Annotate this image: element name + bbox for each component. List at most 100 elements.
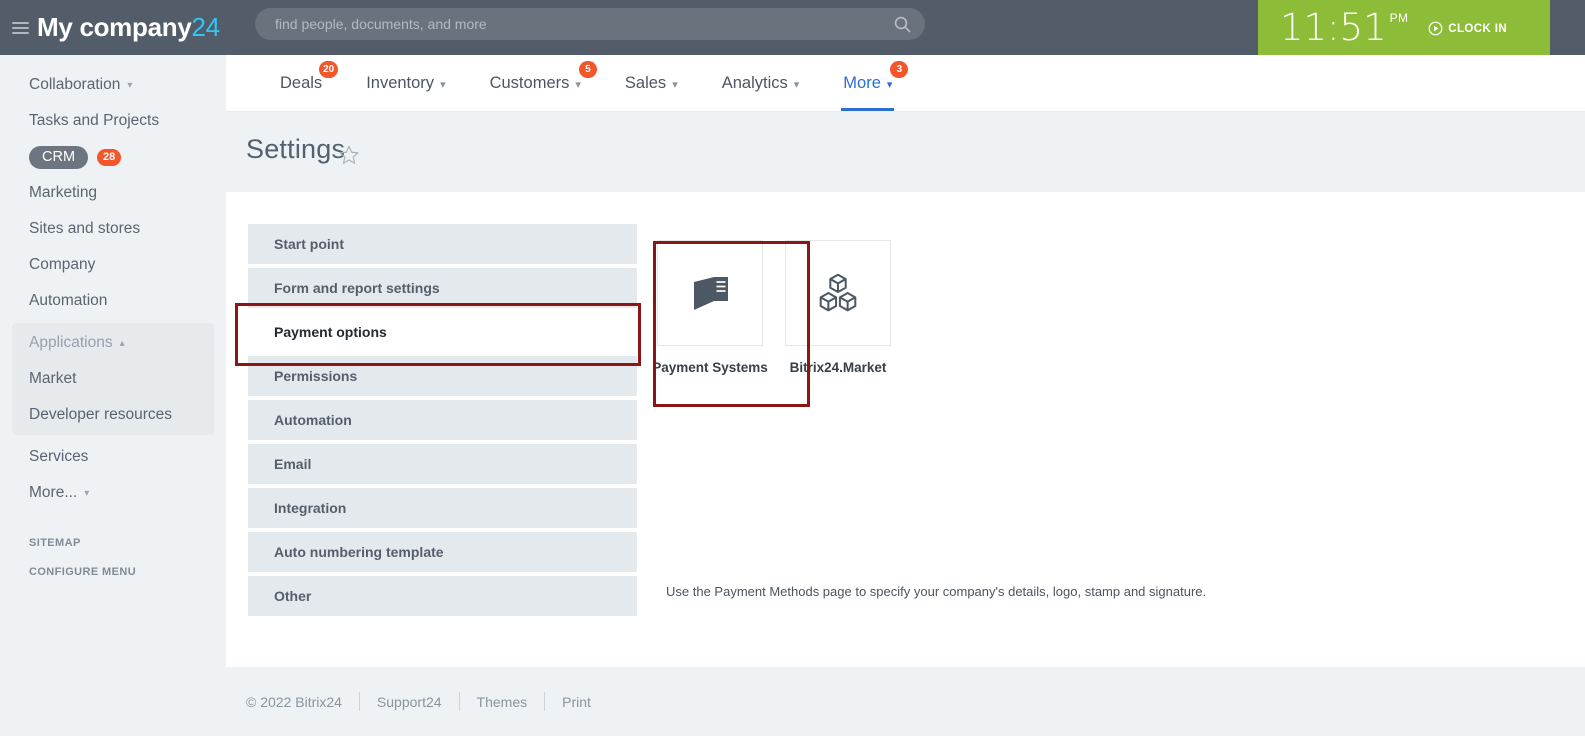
footer-link-print[interactable]: Print [545,694,608,710]
sidebar-item-sites-and-stores[interactable]: Sites and stores [0,211,226,247]
sidebar-item-label: Sites and stores [29,220,141,237]
sidebar-item-label: Tasks and Projects [29,112,160,129]
caret-down-icon: ▾ [84,487,90,499]
settings-tab-email[interactable]: Email [248,444,637,484]
search-bar[interactable] [255,8,925,40]
page-header: Settings [226,112,1585,192]
settings-tab-auto-numbering-template[interactable]: Auto numbering template [248,532,637,572]
nav-badge-customers: 5 [578,61,597,78]
sidebar-item-tasks-and-projects[interactable]: Tasks and Projects [0,103,226,139]
nav-tab-sales[interactable]: Sales ▾ [603,55,700,111]
sidebar-item-label: Services [29,448,89,465]
sidebar-item-collaboration[interactable]: Collaboration ▾ [0,67,226,103]
settings-tab-label: Form and report settings [274,280,440,296]
sidebar-item-developer-resources[interactable]: Developer resources [12,397,214,433]
settings-tab-label: Auto numbering template [274,544,444,560]
brand-number: 24 [191,12,221,42]
clock-widget: 11:51 PM CLOCK IN [1258,0,1550,55]
nav-tab-label: Analytics [721,73,788,92]
chevron-down-icon: ▾ [575,78,581,91]
left-sidebar: Collaboration ▾ Tasks and Projects CRM 2… [0,55,226,736]
card-payment-systems[interactable]: Payment Systems [652,240,768,375]
chevron-down-icon: ▾ [672,78,678,91]
clock-in-label: CLOCK IN [1448,22,1508,35]
chevron-down-icon: ▾ [127,79,133,91]
sidebar-item-crm[interactable]: CRM 28 [0,139,226,175]
footer-link-support24[interactable]: Support24 [360,694,459,710]
nav-tab-deals[interactable]: Deals 20 [258,55,344,111]
nav-tab-label: More [843,73,881,92]
star-outline-icon[interactable] [338,144,360,171]
footer-link-themes[interactable]: Themes [460,694,545,710]
page-footer: © 2022 Bitrix24 Support24 Themes Print [226,667,1585,736]
chevron-down-icon: ▾ [886,78,893,91]
sidebar-link-sitemap[interactable]: SITEMAP [0,537,226,549]
nav-tab-more[interactable]: More ▾ 3 [821,55,914,111]
nav-tab-analytics[interactable]: Analytics ▾ [700,55,822,111]
sidebar-item-label: More... [29,484,78,501]
clock-time: 11:51 [1280,5,1387,49]
settings-tab-label: Permissions [274,368,358,384]
settings-tab-other[interactable]: Other [248,576,637,616]
sidebar-item-label: CRM [29,145,89,169]
settings-tab-start-point[interactable]: Start point [248,224,637,264]
settings-tab-label: Email [274,456,312,472]
chevron-up-icon: ▴ [119,337,125,349]
footer-copyright: © 2022 Bitrix24 [246,693,342,710]
sidebar-link-configure-menu[interactable]: CONFIGURE MENU [0,566,226,578]
chevron-down-icon: ▾ [440,78,446,91]
settings-tab-form-and-report-settings[interactable]: Form and report settings [248,268,637,308]
top-bar: My company24 11:51 PM CLOCK IN [0,0,1585,55]
sidebar-item-market[interactable]: Market [12,361,214,397]
sidebar-item-label: Developer resources [29,406,173,423]
hamburger-icon[interactable] [6,21,34,34]
settings-tab-label: Automation [274,412,352,428]
cubes-icon [819,273,857,312]
sidebar-item-automation[interactable]: Automation [0,283,226,319]
sidebar-item-label: Company [29,256,96,273]
play-circle-icon [1428,21,1443,36]
nav-tab-label: Deals [280,73,323,92]
card-label: Bitrix24.Market [789,360,887,375]
page-title: Settings [246,134,346,164]
settings-tab-label: Other [274,588,312,604]
card-label: Payment Systems [652,360,768,375]
sidebar-item-more[interactable]: More... ▾ [0,475,226,511]
settings-tab-label: Start point [274,236,344,252]
nav-tab-label: Customers [489,73,570,92]
sidebar-item-marketing[interactable]: Marketing [0,175,226,211]
settings-tab-integration[interactable]: Integration [248,488,637,528]
crm-badge: 28 [97,148,122,166]
nav-tab-customers[interactable]: Customers ▾ 5 [468,55,603,111]
settings-tab-payment-options[interactable]: Payment options [248,312,637,352]
settings-tab-label: Integration [274,500,347,516]
settings-tab-permissions[interactable]: Permissions [248,356,637,396]
sidebar-group-applications: Applications ▴ Market Developer resource… [12,323,214,435]
clock-ampm: PM [1389,11,1409,25]
hint-text: Use the Payment Methods page to specify … [666,584,1207,599]
nav-tab-inventory[interactable]: Inventory ▾ [344,55,467,111]
sidebar-item-services[interactable]: Services [0,439,226,475]
sidebar-item-label: Applications [29,334,113,351]
search-icon[interactable] [885,8,919,40]
settings-tab-list: Start point Form and report settings Pay… [248,224,637,620]
card-bitrix24-market[interactable]: Bitrix24.Market [785,240,891,375]
sidebar-item-company[interactable]: Company [0,247,226,283]
card-tile [785,240,891,346]
clock-in-button[interactable]: CLOCK IN [1428,21,1507,36]
chevron-down-icon: ▾ [793,78,800,91]
nav-badge-deals: 20 [319,61,339,78]
sidebar-item-label: Collaboration [29,76,121,93]
sidebar-item-applications[interactable]: Applications ▴ [12,325,214,361]
wallet-icon [694,277,728,310]
brand-title[interactable]: My company24 [37,12,220,43]
settings-tab-automation[interactable]: Automation [248,400,637,440]
sidebar-item-label: Automation [29,292,108,309]
settings-tab-label: Payment options [274,324,387,340]
content-panel: Start point Form and report settings Pay… [232,192,1585,667]
sidebar-item-label: Marketing [29,184,98,201]
card-tile [657,240,763,346]
app-card-grid: Payment Systems Bitrix24.Market [652,240,891,375]
search-input[interactable] [255,16,885,32]
nav-tab-label: Inventory [366,73,435,92]
